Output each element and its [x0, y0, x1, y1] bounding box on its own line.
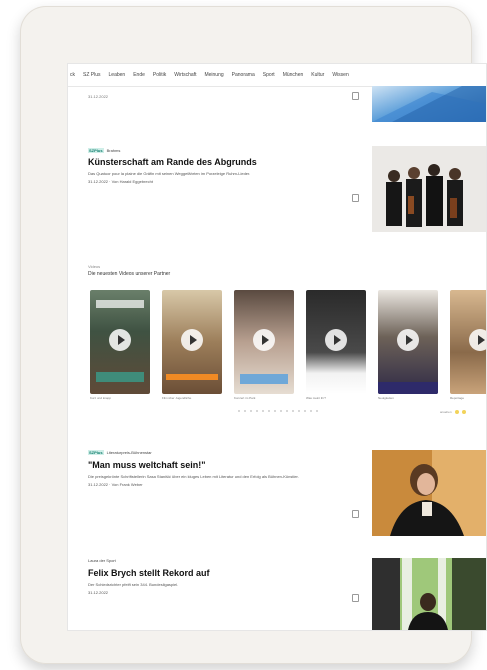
kicker-text: Literaturpreis-Bühnenstar	[106, 450, 152, 455]
video-thumbnail[interactable]	[162, 290, 222, 394]
sz-plus-badge: SZPlus	[88, 148, 104, 153]
tablet-frame: ck SZ Plus Leaben Ende Politik Wirtschaf…	[20, 6, 486, 664]
musicians-illustration	[372, 146, 486, 232]
nav-item-wissen[interactable]: Wissen	[332, 72, 348, 78]
previous-article-row[interactable]: 31.12.2022	[68, 86, 486, 124]
tablet-screen: ck SZ Plus Leaben Ende Politik Wirtschaf…	[68, 64, 486, 630]
bookmark-icon[interactable]	[352, 594, 359, 602]
article-teaser-3[interactable]: Laura der Sport Felix Brych stellt Rekor…	[88, 558, 358, 595]
kicker-text: Brahms	[106, 148, 121, 153]
thumbnail-blue-band	[240, 374, 288, 384]
thumbnail-caption-band	[96, 372, 144, 382]
article-teaser-text: Das Quatuor pour la plaine die Gräfin mi…	[88, 171, 251, 176]
video-section-label: Videos	[88, 264, 101, 269]
nav-item-leaben[interactable]: Leaben	[109, 72, 126, 78]
video-caption: Film über Jugendliche	[162, 396, 192, 400]
video-carousel-section: Videos Die neuesten Videos unserer Partn…	[88, 264, 486, 414]
video-card[interactable]: Reportage	[450, 290, 486, 408]
carousel-more-label: ansehen	[440, 410, 452, 414]
video-card[interactable]: Kurz und knapp	[90, 290, 150, 408]
video-caption: Konzert im Park	[234, 396, 256, 400]
article-kicker: SZPlus Literaturpreis-Bühnenstar	[88, 450, 358, 455]
video-thumbnail[interactable]	[378, 290, 438, 394]
bookmark-icon[interactable]	[352, 92, 359, 100]
thumbnail-purple-band	[378, 382, 438, 394]
thumbnail-text-band	[96, 300, 144, 308]
bookmark-icon[interactable]	[352, 510, 359, 518]
video-thumbnail[interactable]	[234, 290, 294, 394]
play-icon[interactable]	[181, 329, 203, 351]
article-date-author: 31.12.2022 · Von Harald Eggebrecht	[88, 179, 153, 184]
article-image-musicians[interactable]	[372, 146, 486, 232]
nav-item-sz-plus[interactable]: SZ Plus	[83, 72, 101, 78]
article-teaser-2[interactable]: SZPlus Literaturpreis-Bühnenstar "Man mu…	[88, 450, 358, 487]
article-teaser-text: Der Schiedsrichter pfeift sein 344. Bund…	[88, 582, 179, 587]
arrow-left-icon[interactable]	[454, 410, 459, 414]
bookmark-icon[interactable]	[352, 194, 359, 202]
nav-item-muenchen[interactable]: München	[283, 72, 304, 78]
video-caption: Kurz und knapp	[90, 396, 112, 400]
carousel-more-link[interactable]: ansehen	[440, 410, 466, 414]
play-icon[interactable]	[469, 329, 486, 351]
article-headline[interactable]: Felix Brych stellt Rekord auf	[88, 568, 358, 578]
image-shapes	[372, 86, 486, 122]
nav-item-panorama[interactable]: Panorama	[232, 72, 255, 78]
article-headline[interactable]: Künsterschaft am Rande des Abgrunds	[88, 157, 358, 167]
referee-illustration	[372, 558, 486, 630]
play-icon[interactable]	[253, 329, 275, 351]
article-date-author: 31.12.2022 · Von Frank Weber	[88, 482, 143, 487]
play-icon[interactable]	[109, 329, 131, 351]
arrow-right-icon[interactable]	[461, 410, 466, 414]
nav-item-wirtschaft[interactable]: Wirtschaft	[174, 72, 196, 78]
top-navigation: ck SZ Plus Leaben Ende Politik Wirtschaf…	[68, 64, 486, 87]
nav-item-kultur[interactable]: Kultur	[311, 72, 324, 78]
video-card[interactable]: Was meint ihr?	[306, 290, 366, 408]
article-headline[interactable]: "Man muss weltchaft sein!"	[88, 460, 358, 470]
video-thumbnail[interactable]	[450, 290, 486, 394]
thumbnail-orange-band	[166, 374, 218, 380]
video-caption: Was meint ihr?	[306, 396, 326, 400]
previous-article-image[interactable]	[372, 86, 486, 122]
article-kicker: SZPlus Brahms	[88, 148, 358, 153]
sz-plus-badge: SZPlus	[88, 450, 104, 455]
article-teaser-1[interactable]: SZPlus Brahms Künsterschaft am Rande des…	[88, 148, 358, 184]
video-thumbnail[interactable]	[306, 290, 366, 394]
video-caption: Neuigkeiten	[378, 396, 394, 400]
video-caption: Reportage	[450, 396, 465, 400]
article-image-referee[interactable]	[372, 558, 486, 630]
video-thumbnail[interactable]	[90, 290, 150, 394]
previous-article-date: 31.12.2022	[88, 94, 109, 99]
author-illustration	[372, 450, 486, 536]
nav-item-meinung[interactable]: Meinung	[204, 72, 223, 78]
nav-item-ck[interactable]: ck	[70, 72, 75, 78]
article-date: 31.12.2022	[88, 590, 109, 595]
video-card[interactable]: Film über Jugendliche	[162, 290, 222, 408]
nav-item-sport[interactable]: Sport	[263, 72, 275, 78]
video-card[interactable]: Konzert im Park	[234, 290, 294, 408]
video-card[interactable]: Neuigkeiten	[378, 290, 438, 408]
article-kicker: Laura der Sport	[88, 558, 116, 563]
video-section-title: Die neuesten Videos unserer Partner	[88, 271, 171, 277]
article-image-author[interactable]	[372, 450, 486, 536]
carousel-pagination[interactable]	[238, 410, 318, 412]
article-teaser-text: Die preisgekrönte Schriftstellerin Sasa …	[88, 474, 299, 479]
play-icon[interactable]	[397, 329, 419, 351]
nav-item-politik[interactable]: Politik	[153, 72, 166, 78]
play-icon[interactable]	[325, 329, 347, 351]
nav-item-ende[interactable]: Ende	[133, 72, 145, 78]
